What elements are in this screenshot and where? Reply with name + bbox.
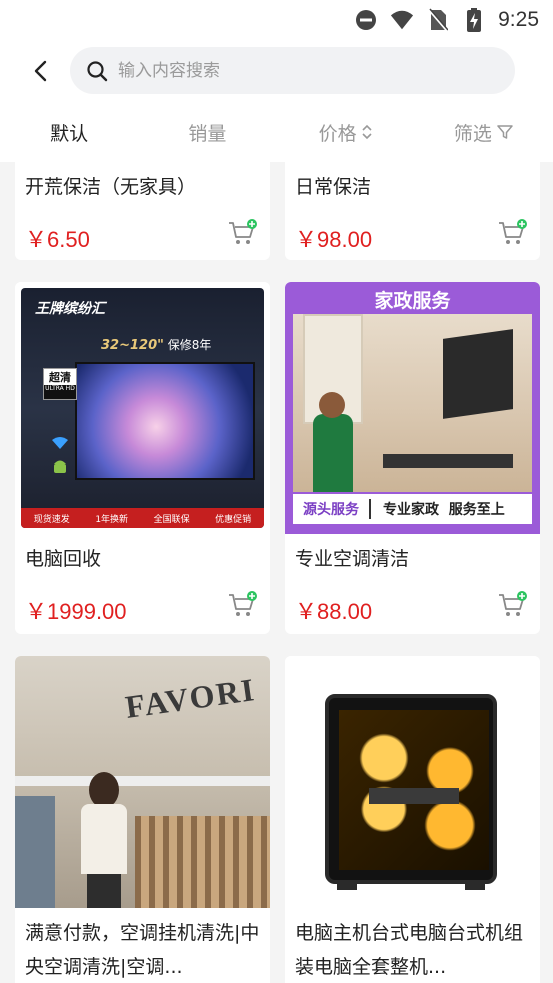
tv-footer-item: 1年换新 — [95, 514, 129, 525]
add-to-cart-icon[interactable] — [228, 219, 258, 247]
status-bar: 9:25 — [0, 0, 553, 40]
add-to-cart-icon[interactable] — [498, 591, 528, 619]
tv-footer-item: 全国联保 — [153, 514, 190, 525]
product-card[interactable]: 家政服务 源头服务 专业家政 服务至上 专业空调清洁 ￥88.00 — [285, 282, 540, 634]
tv-warranty-text: 保修8年 — [167, 338, 212, 352]
android-icon — [54, 460, 66, 473]
tab-price[interactable]: 价格 — [277, 102, 415, 162]
product-card[interactable]: 日常保洁 ￥98.00 — [285, 162, 540, 260]
product-grid: 开荒保洁（无家具） ￥6.50 日常保洁 ￥98.00 王牌缤纷汇 32~120… — [0, 162, 553, 983]
product-image: 家政服务 源头服务 专业家政 服务至上 — [285, 282, 540, 534]
tab-label: 筛选 — [453, 122, 492, 145]
sort-tabs: 默认 销量 价格 筛选 — [0, 102, 553, 162]
tab-filter[interactable]: 筛选 — [415, 102, 553, 162]
tv-footer-bar: 现货速发 1年换新 全国联保 优惠促销 — [21, 508, 264, 528]
tab-sales[interactable]: 销量 — [138, 102, 276, 162]
wifi-icon — [390, 8, 414, 32]
chevron-left-icon — [34, 60, 47, 82]
search-input[interactable] — [118, 60, 478, 81]
product-image: FAVORI — [15, 656, 270, 908]
search-header — [0, 40, 553, 102]
battery-charging-icon — [462, 8, 486, 32]
no-sim-icon — [426, 8, 450, 32]
sort-arrows-icon — [362, 124, 372, 140]
add-to-cart-icon[interactable] — [498, 219, 528, 247]
product-image — [285, 656, 540, 908]
store-sign-text: FAVORI — [123, 671, 258, 725]
tv-badge-sub: ULTRA HD — [45, 385, 75, 392]
product-title: 电脑主机台式电脑台式机组装电脑全套整机... — [295, 922, 524, 978]
product-title: 满意付款，空调挂机清洗|中央空调清洗|空调... — [25, 922, 260, 978]
product-card[interactable]: 王牌缤纷汇 32~120" 保修8年 超清 ULTRA HD 现货速发 1年换新… — [15, 282, 270, 634]
tab-default[interactable]: 默认 — [0, 102, 138, 162]
search-icon — [87, 60, 108, 81]
filter-icon — [497, 125, 513, 139]
service-header-text: 家政服务 — [374, 290, 451, 312]
product-image: 王牌缤纷汇 32~120" 保修8年 超清 ULTRA HD 现货速发 1年换新… — [15, 282, 270, 534]
product-price: ￥6.50 — [25, 227, 90, 252]
tv-footer-item: 优惠促销 — [215, 514, 252, 525]
product-card[interactable]: 开荒保洁（无家具） ￥6.50 — [15, 162, 270, 260]
product-price: ￥88.00 — [295, 599, 373, 624]
service-right-text: 专业家政 服务至上 — [383, 502, 505, 518]
tv-brand-text: 王牌缤纷汇 — [35, 301, 105, 317]
product-price: ￥98.00 — [295, 227, 373, 252]
add-to-cart-icon[interactable] — [228, 591, 258, 619]
tab-label: 销量 — [188, 122, 227, 145]
product-card[interactable]: 电脑主机台式电脑台式机组装电脑全套整机... — [285, 656, 540, 983]
back-button[interactable] — [26, 56, 56, 86]
status-time: 9:25 — [498, 8, 539, 31]
tv-footer-item: 现货速发 — [33, 514, 70, 525]
search-bar[interactable] — [70, 47, 515, 94]
product-price: ￥1999.00 — [25, 599, 127, 624]
wifi-icon — [52, 437, 68, 449]
product-title: 专业空调清洁 — [295, 548, 410, 570]
service-left-text: 源头服务 — [293, 499, 371, 519]
tv-size-text: 32~120" — [101, 338, 164, 353]
product-title: 日常保洁 — [295, 176, 372, 198]
product-card[interactable]: FAVORI 满意付款，空调挂机清洗|中央空调清洗|空调... — [15, 656, 270, 983]
tv-screen — [75, 362, 255, 480]
product-title: 电脑回收 — [25, 548, 102, 570]
tv-badge: 超清 — [44, 369, 76, 385]
tab-label: 价格 — [318, 122, 357, 145]
do-not-disturb-icon — [354, 8, 378, 32]
tab-label: 默认 — [50, 122, 89, 145]
pc-case — [325, 694, 497, 884]
product-title: 开荒保洁（无家具） — [25, 176, 197, 198]
